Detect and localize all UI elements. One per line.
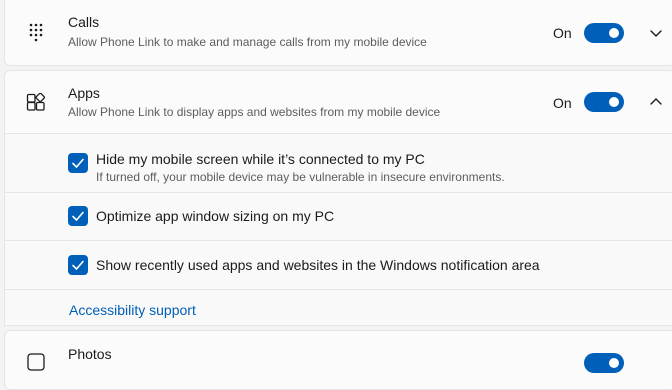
show-recent-apps-label: Show recently used apps and websites in … (96, 257, 540, 273)
photos-toggle-switch[interactable] (584, 353, 624, 373)
chevron-down-icon[interactable] (648, 25, 664, 41)
apps-description: Allow Phone Link to display apps and web… (68, 105, 441, 119)
checkmark-icon (72, 158, 84, 168)
photos-icon (27, 353, 45, 371)
hide-mobile-screen-checkbox[interactable] (68, 153, 88, 173)
optimize-window-sizing-checkbox[interactable] (68, 206, 88, 226)
hide-mobile-screen-label: Hide my mobile screen while it’s connect… (96, 151, 425, 167)
photos-title: Photos (68, 346, 112, 362)
calls-toggle-switch[interactable] (584, 23, 624, 43)
apps-icon (26, 93, 45, 111)
dialpad-icon (29, 23, 43, 42)
show-recent-apps-checkbox[interactable] (68, 255, 88, 275)
apps-toggle-switch[interactable] (584, 92, 624, 112)
divider (4, 192, 672, 193)
optimize-window-sizing-label: Optimize app window sizing on my PC (96, 208, 335, 224)
toggle-knob (609, 28, 619, 38)
checkmark-icon (72, 211, 84, 221)
toggle-knob (609, 97, 619, 107)
calls-toggle-state: On (553, 25, 572, 41)
apps-toggle-state: On (553, 95, 572, 111)
calls-title: Calls (68, 14, 100, 30)
calls-description: Allow Phone Link to make and manage call… (68, 35, 427, 49)
calls-setting-card[interactable] (4, 0, 672, 66)
apps-title: Apps (68, 85, 100, 101)
toggle-knob (609, 358, 619, 368)
hide-mobile-screen-description: If turned off, your mobile device may be… (96, 170, 505, 184)
divider (4, 240, 672, 241)
divider (4, 289, 672, 290)
checkmark-icon (72, 260, 84, 270)
accessibility-support-link[interactable]: Accessibility support (69, 302, 196, 318)
apps-setting-card[interactable] (4, 70, 672, 134)
chevron-up-icon[interactable] (648, 94, 664, 110)
